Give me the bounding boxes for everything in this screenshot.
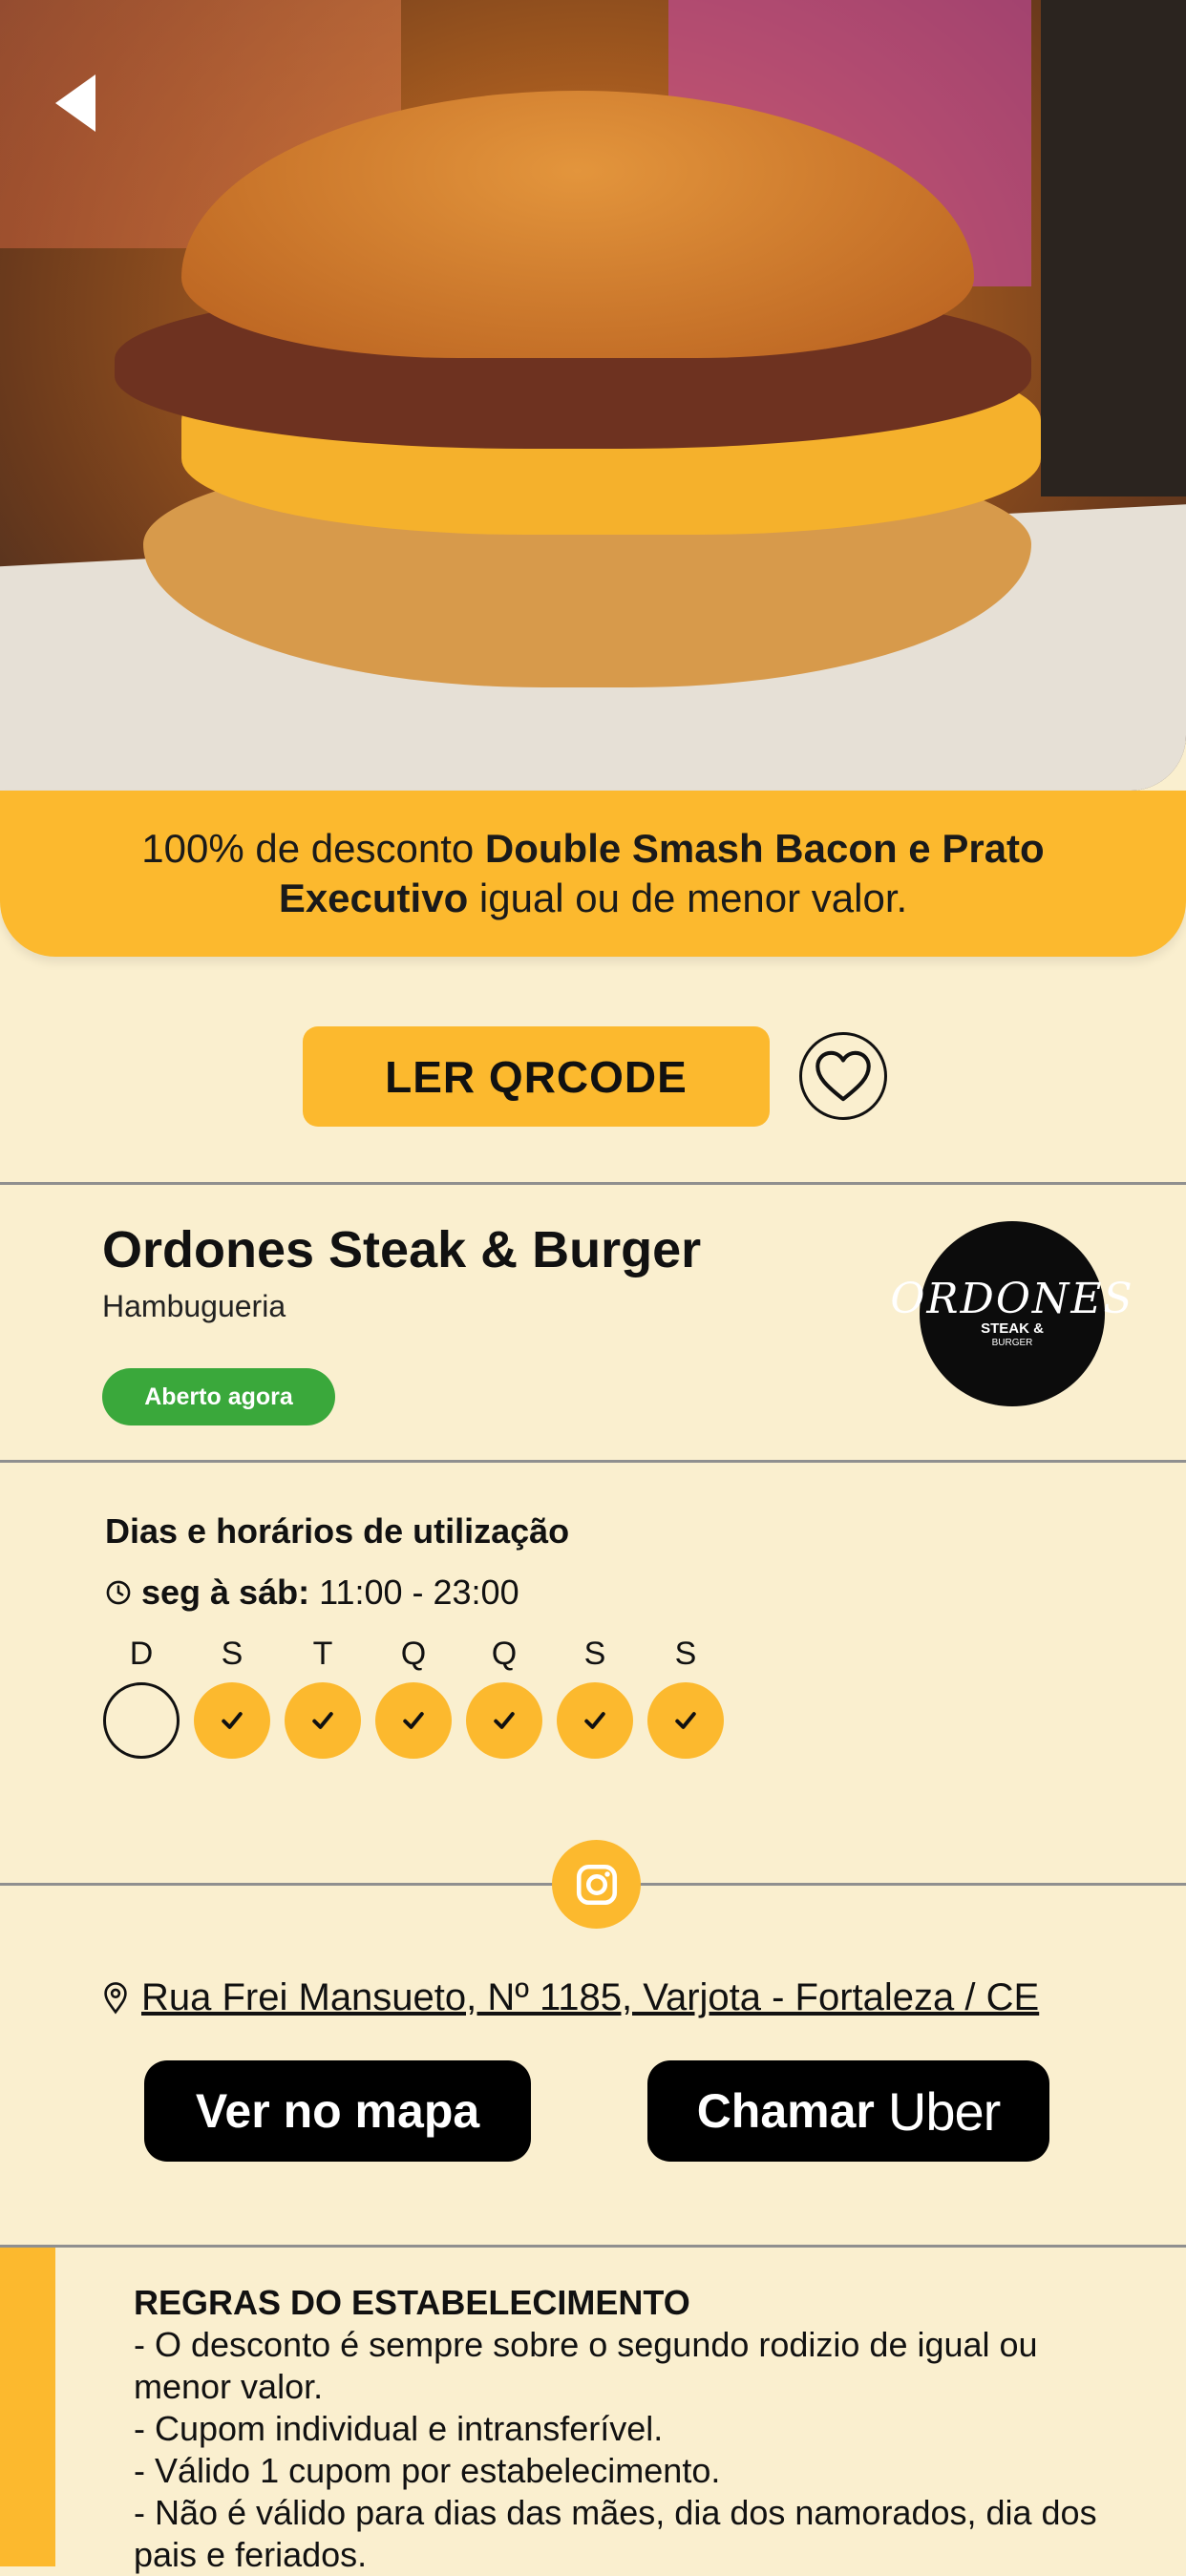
check-icon [222, 1712, 243, 1729]
check-icon [584, 1712, 605, 1729]
schedule-days-label: seg à sáb: [141, 1573, 310, 1612]
schedule-title: Dias e horários de utilização [105, 1511, 570, 1551]
weekday-label: Q [400, 1636, 427, 1672]
weekday-active [375, 1682, 452, 1759]
weekday-inactive [103, 1682, 180, 1759]
back-arrow-icon[interactable] [55, 74, 95, 132]
rules-section: REGRAS DO ESTABELECIMENTO - O desconto é… [134, 2282, 1108, 2576]
rules-accent-bar [0, 2248, 55, 2566]
instagram-icon [576, 1864, 617, 1905]
establishment-name: Ordones Steak & Burger [102, 1221, 702, 1278]
check-icon [312, 1712, 333, 1729]
check-icon [403, 1712, 424, 1729]
schedule-hours: seg à sáb: 11:00 - 23:00 [105, 1573, 519, 1613]
weekday-label: T [312, 1636, 333, 1672]
offer-suffix: igual ou de menor valor. [468, 876, 908, 920]
offer-prefix: 100% de desconto [141, 826, 485, 871]
weekday-label: S [583, 1636, 606, 1672]
weekday-active [647, 1682, 724, 1759]
weekday-active [285, 1682, 361, 1759]
weekday-5: S [557, 1633, 633, 1759]
weekday-2: T [285, 1633, 361, 1759]
schedule-hours-value: 11:00 - 23:00 [309, 1573, 519, 1612]
rule-item: - Válido 1 cupom por estabelecimento. [134, 2451, 721, 2490]
check-icon [675, 1712, 696, 1729]
offer-banner: 100% de desconto Double Smash Bacon e Pr… [0, 791, 1186, 957]
weekday-6: S [647, 1633, 724, 1759]
weekday-0: D [103, 1633, 180, 1759]
weekday-label: D [129, 1636, 154, 1672]
rule-item: - Não é válido para dias das mães, dia d… [134, 2493, 1097, 2574]
heart-icon [815, 1050, 871, 1102]
weekday-active [466, 1682, 542, 1759]
rule-item: - O desconto é sempre sobre o segundo ro… [134, 2325, 1038, 2406]
divider [0, 1460, 1186, 1463]
logo-subtitle: STEAK & [981, 1320, 1044, 1337]
logo-subtitle-2: BURGER [991, 1338, 1033, 1348]
weekday-active [194, 1682, 270, 1759]
weekday-active [557, 1682, 633, 1759]
logo-wordmark: ORDONES [890, 1275, 1134, 1323]
hero-burger-image [0, 0, 1186, 791]
location-pin-icon [104, 1981, 127, 2014]
weekday-1: S [194, 1633, 270, 1759]
weekday-label: Q [491, 1636, 518, 1672]
status-badge: Aberto agora [102, 1368, 335, 1425]
call-uber-button[interactable]: Chamar Uber [647, 2060, 1049, 2162]
rules-title: REGRAS DO ESTABELECIMENTO [134, 2283, 690, 2322]
view-map-button[interactable]: Ver no mapa [144, 2060, 531, 2162]
read-qrcode-button[interactable]: LER QRCODE [303, 1026, 770, 1127]
weekday-3: Q [375, 1633, 452, 1759]
uber-logo: Uber [887, 2080, 1001, 2142]
address-row: Rua Frei Mansueto, Nº 1185, Varjota - Fo… [103, 1976, 1039, 2019]
favorite-button[interactable] [799, 1032, 887, 1120]
weekday-4: Q [466, 1633, 542, 1759]
instagram-button[interactable] [552, 1840, 641, 1929]
call-uber-label: Chamar [696, 2084, 875, 2138]
address-link[interactable]: Rua Frei Mansueto, Nº 1185, Varjota - Fo… [141, 1976, 1039, 2019]
establishment-logo: ORDONES STEAK & BURGER [890, 1221, 1133, 1406]
offer-text: 100% de desconto Double Smash Bacon e Pr… [68, 824, 1118, 923]
weekday-label: S [674, 1636, 697, 1672]
divider [0, 1182, 1186, 1185]
weekday-label: S [221, 1636, 244, 1672]
clock-icon [106, 1580, 131, 1605]
divider [0, 2245, 1186, 2248]
rule-item: - Cupom individual e intransferível. [134, 2409, 664, 2448]
check-icon [494, 1712, 515, 1729]
establishment-category: Hambugueria [102, 1289, 286, 1323]
